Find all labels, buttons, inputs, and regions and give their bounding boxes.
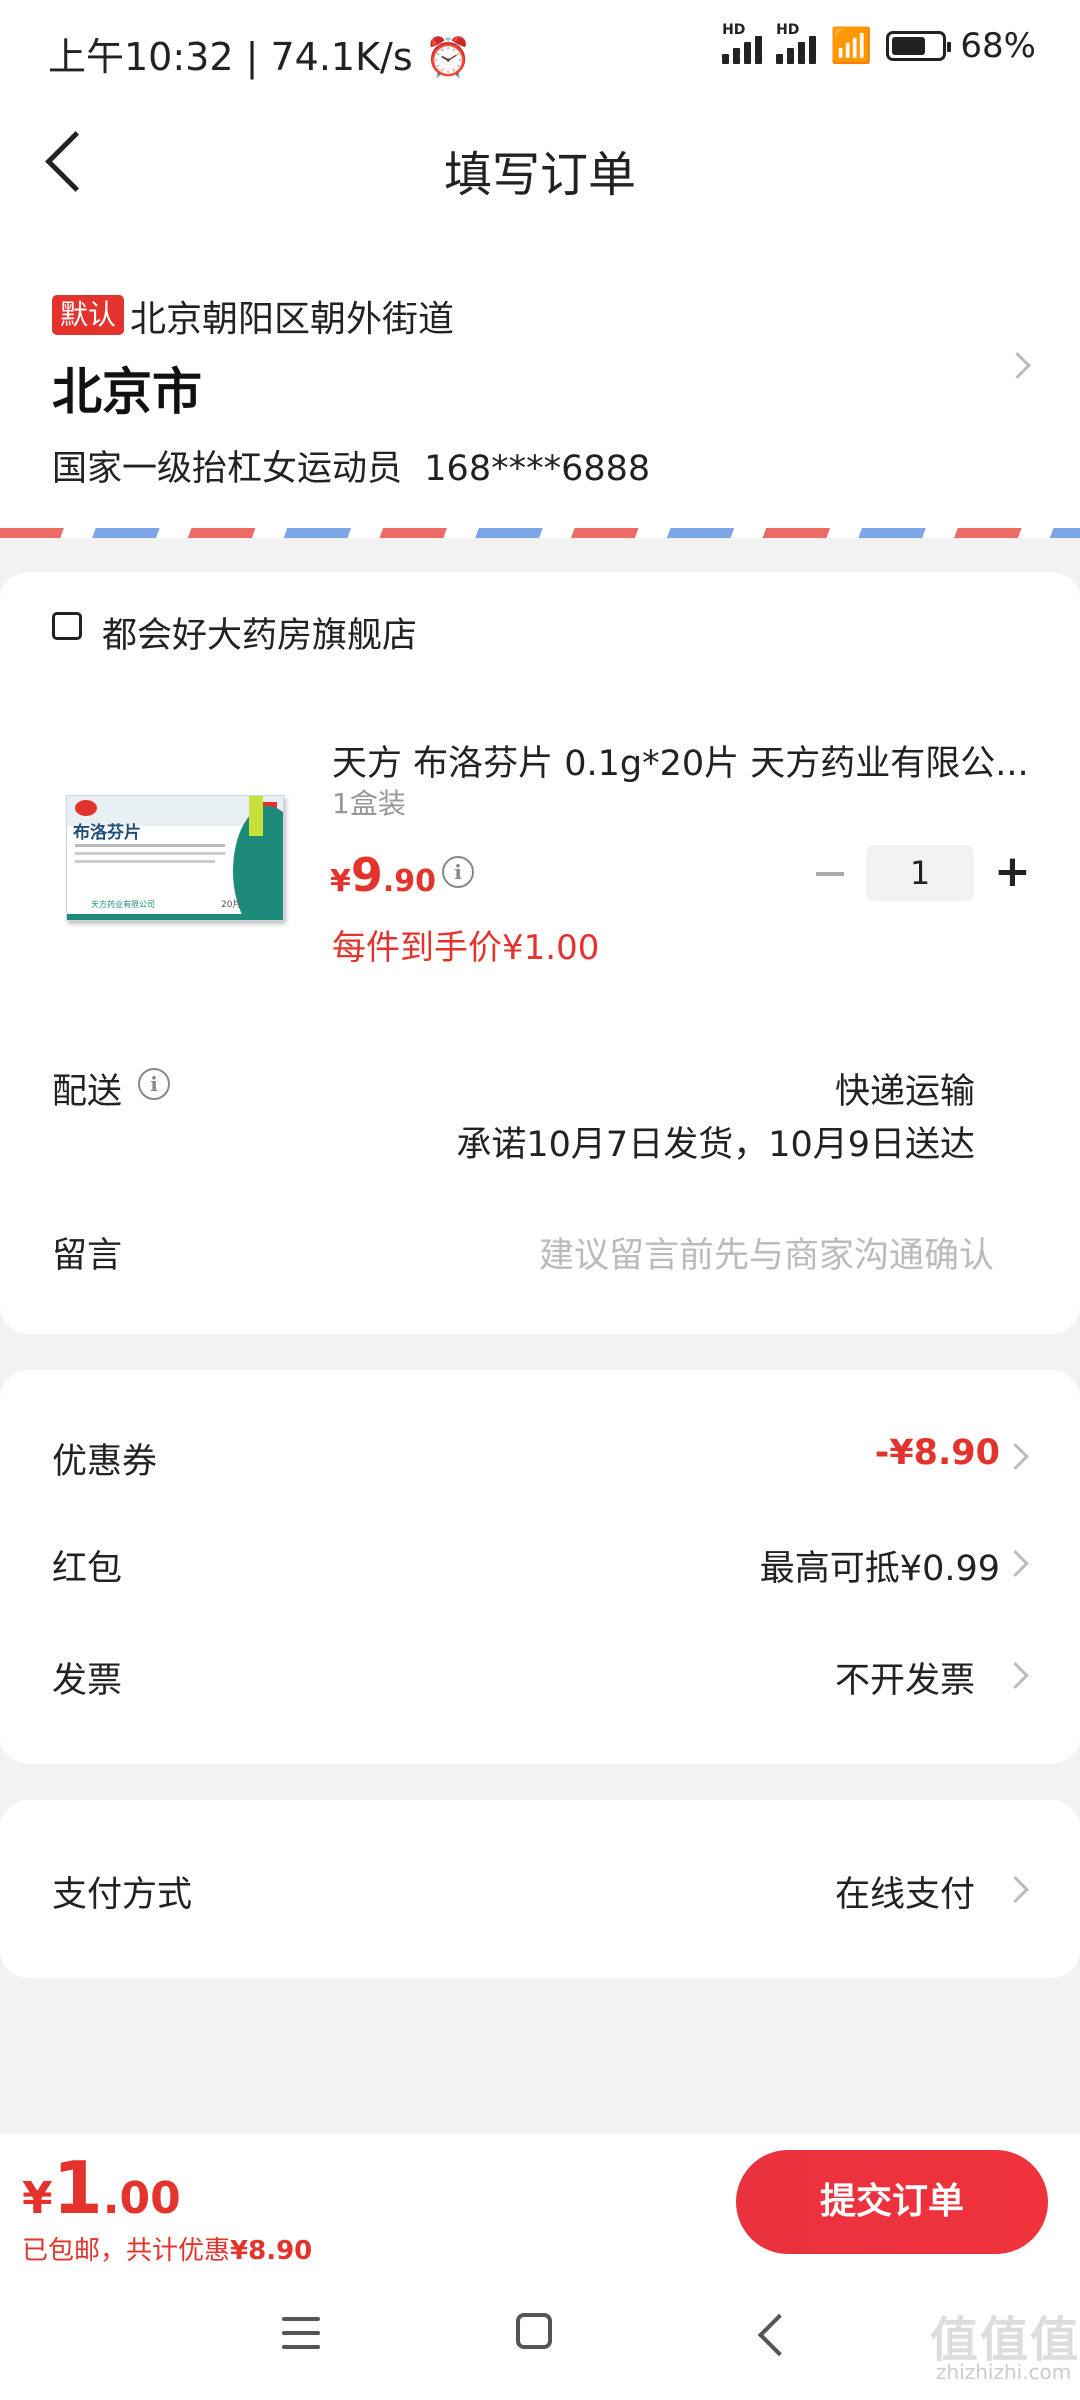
price-info-icon[interactable]: i	[442, 856, 474, 888]
store-name[interactable]: 都会好大药房旗舰店	[102, 607, 417, 658]
submit-order-button[interactable]: 提交订单	[736, 2150, 1048, 2254]
box-maker: 天方药业有限公司	[91, 900, 155, 909]
invoice-label: 发票	[52, 1661, 123, 1701]
status-right: HD HD 📶 68%	[722, 22, 1036, 66]
default-badge: 默认	[52, 295, 125, 335]
store-icon	[52, 612, 82, 640]
payment-value[interactable]: 在线支付	[835, 1866, 975, 1917]
alarm-icon: ⏰	[424, 35, 473, 79]
battery-icon	[886, 31, 952, 61]
wifi-icon: 📶	[830, 26, 873, 66]
watermark-url: zhizhizhi.com	[936, 2360, 1072, 2384]
delivery-info-icon[interactable]: i	[138, 1068, 170, 1100]
shipping-summary: 已包邮，共计优惠¥8.90	[22, 2236, 313, 2266]
contact-name: 国家一级抬杠女运动员	[52, 449, 403, 489]
box-count: 20片	[221, 900, 242, 910]
box-name: 布洛芬片	[73, 823, 141, 843]
product-title[interactable]: 天方 布洛芬片 0.1g*20片 天方药业有限公...	[332, 735, 1032, 786]
redpacket-label: 红包	[52, 1549, 123, 1589]
product-price: ¥9.90	[330, 848, 437, 902]
coupon-label: 优惠券	[52, 1442, 158, 1482]
signal-icon: HD	[722, 22, 763, 64]
delivery-method[interactable]: 快递运输	[835, 1063, 975, 1114]
address-contact: 国家一级抬杠女运动员 168****6888	[52, 440, 650, 491]
delivery-label: 配送	[52, 1072, 123, 1112]
envelope-border	[0, 528, 1080, 538]
battery-text: 68%	[960, 26, 1036, 66]
product-image[interactable]: 布洛芬片 天方药业有限公司 20片	[66, 795, 284, 921]
message-input[interactable]: 建议留言前先与商家沟通确认	[539, 1227, 994, 1278]
unit-price: 每件到手价¥1.00	[332, 928, 600, 968]
home-icon[interactable]	[516, 2313, 552, 2349]
invoice-value[interactable]: 不开发票	[835, 1652, 975, 1703]
contact-phone: 168****6888	[424, 449, 651, 489]
menu-icon[interactable]	[282, 2317, 320, 2359]
coupon-value[interactable]: -¥8.90	[875, 1433, 1000, 1473]
quantity-input[interactable]: 1	[866, 845, 974, 901]
payment-label: 支付方式	[52, 1875, 193, 1915]
page-title: 填写订单	[443, 147, 636, 203]
quantity-increase-button[interactable]: +	[994, 850, 1031, 894]
address-city: 北京市	[52, 363, 202, 421]
status-time: 上午10:32 | 74.1K/s ⏰	[48, 35, 473, 79]
quantity-decrease-button[interactable]	[816, 872, 844, 876]
delivery-promise: 承诺10月7日发货，10月9日送达	[456, 1125, 975, 1165]
total-price: ¥1.00	[22, 2146, 181, 2230]
redpacket-value[interactable]: 最高可抵¥0.99	[760, 1540, 1000, 1591]
address-line: 北京朝阳区朝外街道	[130, 299, 455, 340]
signal-icon: HD	[776, 22, 817, 64]
product-spec: 1盒装	[332, 787, 406, 820]
message-label: 留言	[52, 1236, 123, 1276]
